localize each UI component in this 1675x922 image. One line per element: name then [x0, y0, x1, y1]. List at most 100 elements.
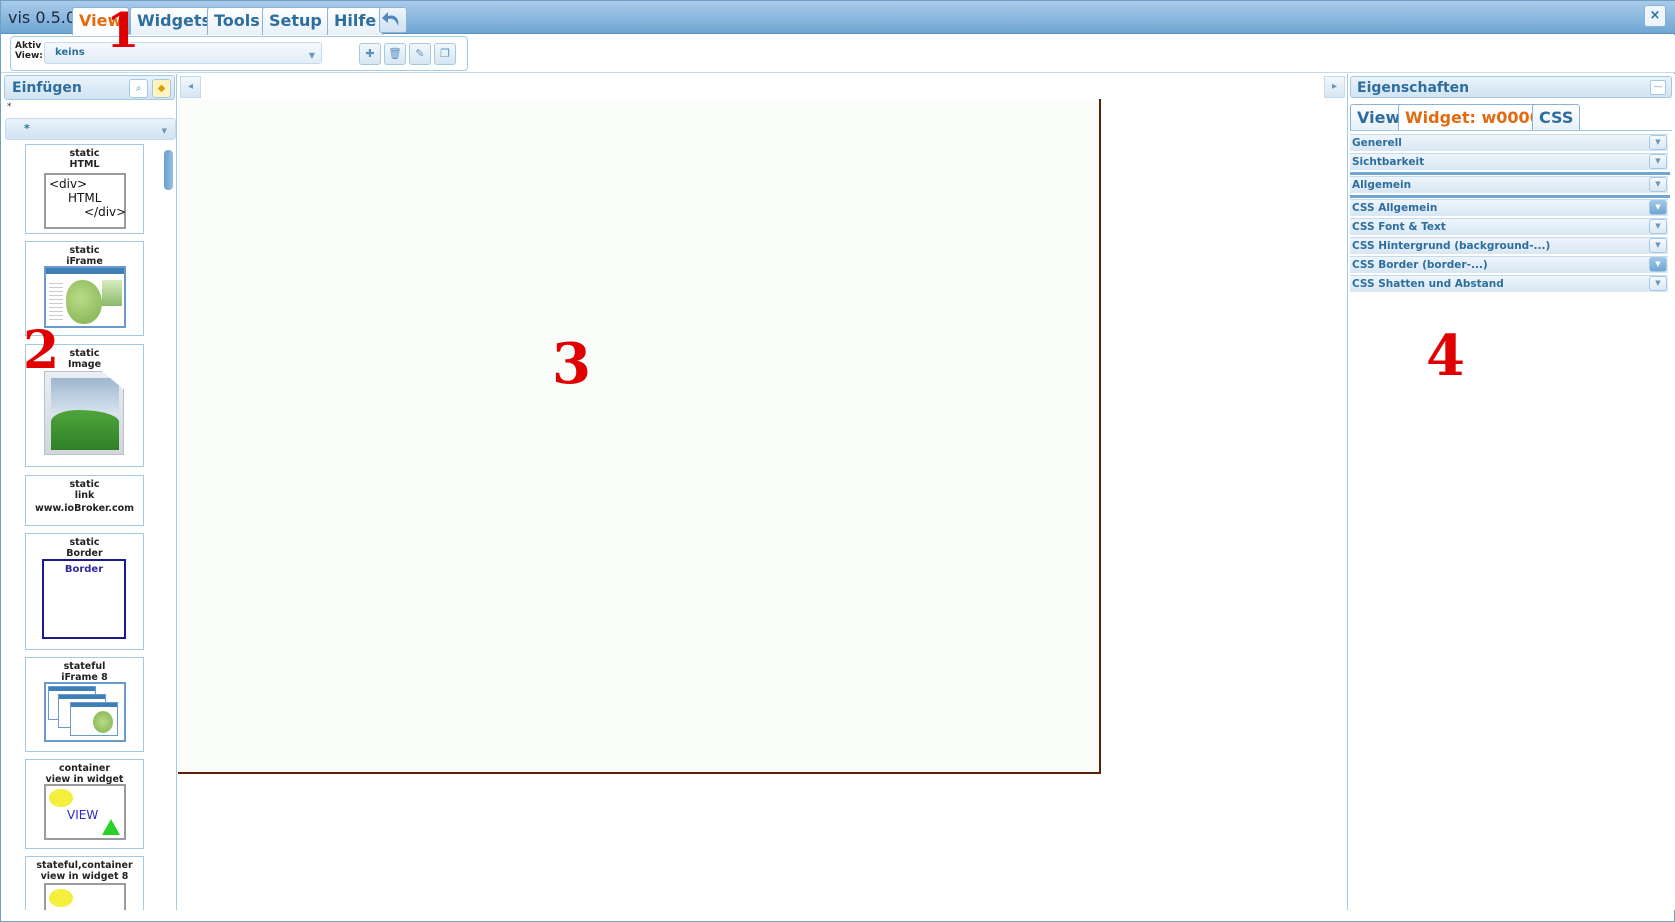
app-window: vis 0.5.0 View Widgets Tools Setup Hilfe…: [0, 0, 1675, 922]
section-generell[interactable]: Generell ▼: [1350, 134, 1668, 151]
view-select[interactable]: keins ▼: [44, 42, 322, 64]
iframe-preview: [44, 266, 126, 328]
tab-setup[interactable]: Setup: [262, 7, 329, 35]
insert-panel-header: Einfügen ⌕ ◆: [4, 75, 175, 100]
delete-view-button[interactable]: 🗑: [384, 43, 406, 65]
tag-filter-button[interactable]: ◆: [152, 79, 171, 98]
section-label: CSS Shatten und Abstand: [1352, 278, 1504, 290]
collapse-left-panel-button[interactable]: ◂: [180, 76, 201, 98]
section-label: CSS Font & Text: [1352, 221, 1446, 233]
chevron-down-icon[interactable]: ▼: [1649, 219, 1667, 234]
copy-icon: ❐: [440, 47, 450, 60]
widget-static-html[interactable]: static HTML <div> HTML </div>: [25, 144, 144, 234]
preview-text-lines: [49, 280, 63, 320]
chevron-down-icon[interactable]: ▼: [1649, 257, 1667, 272]
map-image: [93, 711, 113, 733]
widget-stateful-container-view8[interactable]: stateful,container view in widget 8: [25, 856, 144, 910]
undo-button[interactable]: [379, 7, 407, 33]
map-image: [66, 280, 102, 324]
section-allgemein[interactable]: Allgemein ▼: [1350, 176, 1668, 193]
tabs-divider: [1350, 130, 1672, 131]
section-divider: [1350, 195, 1670, 198]
widget-title-line1: container: [58, 763, 111, 774]
close-button[interactable]: ×: [1644, 5, 1666, 27]
widget-title-line2: Border: [66, 547, 103, 559]
widget-title-line1: static: [69, 245, 100, 256]
search-widget-button[interactable]: ⌕: [129, 79, 148, 98]
section-css-shadow[interactable]: CSS Shatten und Abstand ▼: [1350, 275, 1668, 292]
minimize-panel-button[interactable]: —: [1650, 80, 1666, 95]
tab-hilfe[interactable]: Hilfe: [327, 7, 384, 35]
copy-view-button[interactable]: ❐: [434, 43, 456, 65]
chevron-down-icon[interactable]: ▼: [1649, 154, 1667, 169]
chevron-left-icon: ◂: [187, 81, 194, 92]
chevron-down-icon[interactable]: ▼: [1649, 238, 1667, 253]
widget-title-line1: static: [69, 479, 100, 490]
collapse-right-panel-button[interactable]: ▸: [1324, 76, 1345, 98]
image-hill: [51, 410, 119, 450]
annotation-number-1: 1: [106, 3, 140, 59]
chevron-down-icon[interactable]: ▼: [1649, 276, 1667, 291]
section-css-border[interactable]: CSS Border (border-...) ▼: [1350, 256, 1668, 273]
insert-panel-title: Einfügen: [12, 80, 82, 96]
widget-stateful-iframe8[interactable]: stateful iFrame 8: [25, 657, 144, 752]
green-triangle: [102, 819, 120, 835]
insert-panel: Einfügen ⌕ ◆ * * ▼ static HTML <div> HTM…: [1, 74, 177, 910]
image-sky: [51, 378, 119, 414]
section-divider: [1350, 172, 1670, 175]
widget-title-line1: static: [69, 537, 100, 548]
widget-title-line1: static: [69, 148, 100, 159]
section-css-background[interactable]: CSS Hintergrund (background-...) ▼: [1350, 237, 1668, 254]
section-css-allgemein[interactable]: CSS Allgemein ▼: [1350, 199, 1668, 216]
chevron-down-icon: ▼: [308, 51, 315, 60]
iframe8-preview: [44, 682, 126, 742]
chevron-right-icon: ▸: [1331, 81, 1338, 92]
annotation-number-4: 4: [1426, 323, 1465, 389]
chevron-down-icon[interactable]: ▼: [1649, 177, 1667, 192]
add-view-button[interactable]: ✚: [359, 43, 381, 65]
html-preview-open: <div>: [49, 177, 88, 191]
yellow-shape: [49, 889, 73, 907]
annotation-number-2: 2: [23, 320, 60, 381]
properties-panel-header: Eigenschaften —: [1350, 76, 1672, 98]
app-version: vis 0.5.0: [8, 8, 77, 27]
section-css-font[interactable]: CSS Font & Text ▼: [1350, 218, 1668, 235]
widget-container-view[interactable]: container view in widget VIEW: [25, 759, 144, 849]
widget-palette: static HTML <div> HTML </div> static iFr…: [1, 142, 177, 910]
chevron-down-icon: ▼: [161, 127, 167, 135]
view-canvas[interactable]: [178, 99, 1101, 774]
section-label: Allgemein: [1352, 179, 1412, 191]
active-view-label: Aktiv View:: [15, 41, 43, 61]
tag-icon: ◆: [157, 83, 166, 94]
plus-icon: ✚: [365, 47, 375, 60]
chevron-down-icon[interactable]: ▼: [1649, 200, 1667, 215]
annotation-number-3: 3: [552, 331, 591, 397]
widget-title-line2: link: [74, 489, 95, 501]
palette-scrollbar[interactable]: [164, 150, 173, 190]
tab-tools[interactable]: Tools: [207, 7, 267, 35]
chevron-down-icon[interactable]: ▼: [1649, 135, 1667, 150]
trash-icon: 🗑: [388, 47, 402, 60]
link-url: www.ioBroker.com: [34, 503, 135, 514]
menu-bar: vis 0.5.0 View Widgets Tools Setup Hilfe…: [1, 1, 1675, 35]
rename-view-button[interactable]: ✎: [409, 43, 431, 65]
filter-text: *: [7, 102, 12, 112]
section-sichtbarkeit[interactable]: Sichtbarkeit ▼: [1350, 153, 1668, 170]
section-label: Sichtbarkeit: [1352, 156, 1425, 168]
editor-canvas-area: [178, 99, 1347, 910]
props-tab-css[interactable]: CSS: [1532, 104, 1581, 130]
widget-static-border[interactable]: static Border Border: [25, 533, 144, 650]
html-preview-body: HTML: [68, 191, 102, 205]
widget-static-link[interactable]: static link www.ioBroker.com: [25, 475, 144, 526]
properties-panel-title: Eigenschaften: [1357, 80, 1470, 96]
properties-panel: Eigenschaften — View Widget: w00001 CSS …: [1347, 74, 1675, 910]
view8-preview: [44, 883, 126, 910]
view-select-value: keins: [55, 47, 85, 58]
widget-filter-select[interactable]: * ▼: [5, 118, 176, 140]
tab-widgets[interactable]: Widgets: [130, 7, 219, 35]
section-label: CSS Allgemein: [1352, 202, 1438, 214]
border-preview: Border: [42, 559, 126, 639]
view-preview: VIEW: [44, 784, 126, 840]
minus-icon: —: [1653, 82, 1663, 92]
widget-filter-value: *: [24, 122, 30, 135]
